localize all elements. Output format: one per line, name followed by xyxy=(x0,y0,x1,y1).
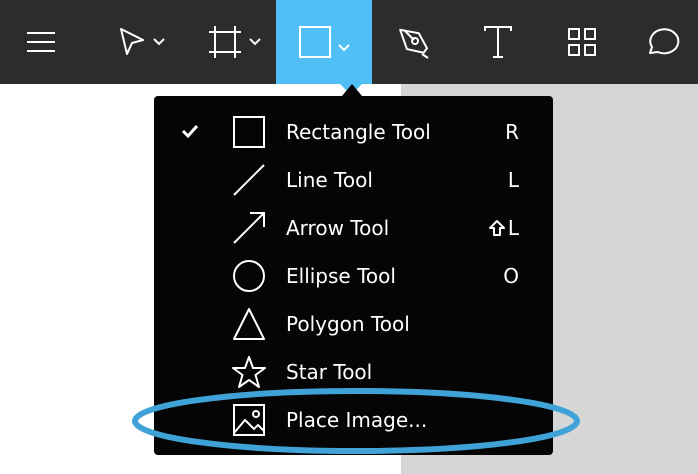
shortcut-key: L xyxy=(507,216,519,240)
menu-item-shortcut: O xyxy=(503,264,519,288)
shape-tool-button[interactable] xyxy=(276,0,372,84)
menu-item-label: Rectangle Tool xyxy=(286,120,431,144)
menu-item-shortcut: L xyxy=(507,168,519,192)
arrow-icon xyxy=(233,212,265,244)
menu-item-line-tool[interactable]: Line Tool L xyxy=(154,156,553,204)
frame-tool-button[interactable] xyxy=(192,0,276,84)
menu-item-rectangle-tool[interactable]: Rectangle Tool R xyxy=(154,108,553,156)
rectangle-icon xyxy=(233,116,265,148)
menu-item-label: Place Image... xyxy=(286,408,428,432)
arrow-cursor-icon xyxy=(120,28,144,55)
menu-item-polygon-tool[interactable]: Polygon Tool xyxy=(154,300,553,348)
checkmark-icon xyxy=(181,124,199,139)
grid-icon xyxy=(568,28,596,56)
text-tool-button[interactable] xyxy=(456,0,540,84)
rectangle-icon xyxy=(299,26,331,58)
menu-item-label: Polygon Tool xyxy=(286,312,410,336)
text-icon xyxy=(484,26,512,58)
menu-item-arrow-tool[interactable]: Arrow Tool L xyxy=(154,204,553,252)
move-tool-button[interactable] xyxy=(96,0,186,84)
menu-item-star-tool[interactable]: Star Tool xyxy=(154,348,553,396)
menu-item-label: Star Tool xyxy=(286,360,373,384)
shape-tools-menu: Rectangle Tool R Line Tool L Arrow Tool … xyxy=(154,96,553,455)
comment-tool-button[interactable] xyxy=(624,0,698,84)
menu-notch xyxy=(342,84,362,96)
line-icon xyxy=(233,164,265,196)
frame-icon xyxy=(209,26,241,58)
pen-icon xyxy=(399,28,429,59)
pen-tool-button[interactable] xyxy=(372,0,456,84)
ellipse-icon xyxy=(233,260,265,292)
hamburger-icon xyxy=(27,32,55,52)
menu-item-ellipse-tool[interactable]: Ellipse Tool O xyxy=(154,252,553,300)
image-icon xyxy=(233,404,265,436)
comment-icon xyxy=(649,28,680,55)
shift-key-icon xyxy=(488,220,505,236)
chevron-down-icon xyxy=(153,38,165,46)
triangle-icon xyxy=(233,308,265,340)
menu-item-label: Ellipse Tool xyxy=(286,264,396,288)
menu-item-label: Arrow Tool xyxy=(286,216,390,240)
star-icon xyxy=(232,356,266,388)
toolbar xyxy=(0,0,698,84)
components-button[interactable] xyxy=(540,0,624,84)
main-menu-button[interactable] xyxy=(0,0,84,84)
chevron-down-icon xyxy=(249,38,261,46)
menu-item-place-image[interactable]: Place Image... xyxy=(154,396,553,444)
menu-item-shortcut: R xyxy=(505,120,519,144)
menu-item-label: Line Tool xyxy=(286,168,373,192)
chevron-down-icon xyxy=(338,44,350,52)
menu-item-shortcut: L xyxy=(488,215,519,241)
